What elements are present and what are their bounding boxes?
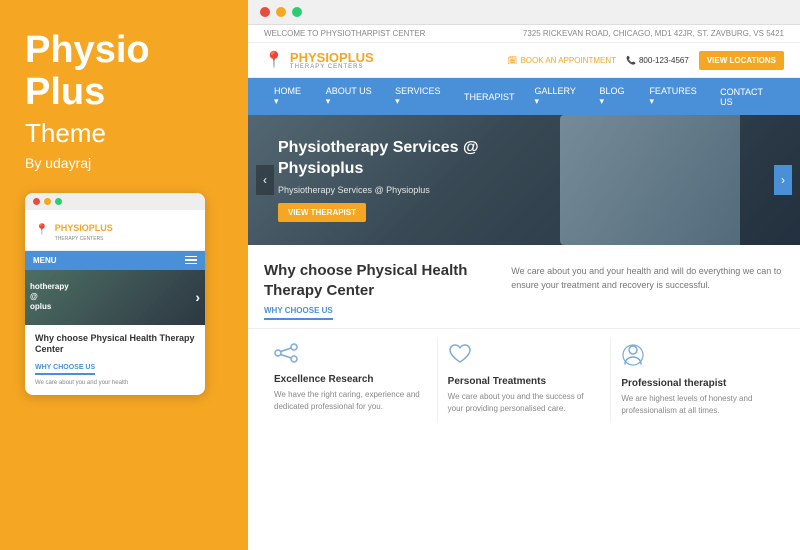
site-logo-area: 📍 PHYSIOPLUS THERAPY CENTERS — [264, 50, 374, 70]
nav-contact[interactable]: CONTACT US — [710, 78, 784, 115]
left-panel: Physio Plus Theme By udayraj 📍 PHYSIOPLU… — [0, 0, 248, 550]
browser-dot-green[interactable] — [292, 7, 302, 17]
mobile-location-icon: 📍 — [35, 223, 49, 236]
feature-personal-title: Personal Treatments — [448, 376, 601, 387]
hero-title: Physiotherapy Services @ Physioplus — [278, 138, 498, 180]
hero-arrow-left[interactable]: ‹ — [256, 165, 274, 195]
mobile-content: Why choose Physical Health Therapy Cente… — [25, 325, 205, 396]
why-title: Why choose Physical Health Therapy Cente… — [264, 261, 491, 300]
mobile-nav: MENU — [25, 251, 205, 270]
logo-location-icon: 📍 — [264, 50, 284, 70]
mobile-dot-yellow — [44, 198, 51, 205]
browser-dot-yellow[interactable] — [276, 7, 286, 17]
mobile-section-title: Why choose Physical Health Therapy Cente… — [35, 333, 195, 356]
feature-excellence-title: Excellence Research — [274, 374, 427, 385]
nav-gallery[interactable]: GALLERY ▾ — [525, 78, 590, 115]
mobile-dot-red — [33, 198, 40, 205]
topbar-welcome: WELCOME TO PHYSIOTHARPIST CENTER — [264, 29, 425, 38]
mobile-dot-green — [55, 198, 62, 205]
browser-chrome — [248, 0, 800, 25]
mobile-hero-text: hotherapy @ oplus — [30, 282, 149, 313]
site-header: 📍 PHYSIOPLUS THERAPY CENTERS 🗓 BOOK AN A… — [248, 43, 800, 78]
product-title: Physio Plus — [25, 30, 223, 114]
mobile-logo: PHYSIOPLUS THERAPY CENTERS — [55, 218, 113, 242]
hero-bg-figure — [560, 115, 740, 245]
heart-icon — [448, 343, 601, 371]
mobile-header: 📍 PHYSIOPLUS THERAPY CENTERS — [25, 210, 205, 251]
why-section: Why choose Physical Health Therapy Cente… — [248, 245, 800, 328]
why-label: WHY CHOOSE US — [264, 306, 333, 320]
mobile-why-label: WHY CHOOSE US — [35, 364, 95, 375]
feature-excellence: Excellence Research We have the right ca… — [264, 337, 438, 423]
right-panel: WELCOME TO PHYSIOTHARPIST CENTER 7325 RI… — [248, 0, 800, 550]
nav-home[interactable]: HOME ▾ — [264, 78, 316, 115]
share-icon — [274, 343, 427, 369]
mobile-hero-arrow[interactable]: › — [195, 289, 200, 305]
hero-section: Physiotherapy Services @ Physioplus Phys… — [248, 115, 800, 245]
nav-blog[interactable]: BLOG ▾ — [590, 78, 640, 115]
theme-label: Theme — [25, 118, 223, 149]
book-appointment[interactable]: 🗓 BOOK AN APPOINTMENT — [507, 56, 616, 65]
person-icon — [621, 343, 774, 373]
nav-about[interactable]: ABOUT US ▾ — [316, 78, 385, 115]
features-row: Excellence Research We have the right ca… — [248, 328, 800, 433]
hero-content: Physiotherapy Services @ Physioplus Phys… — [278, 138, 498, 222]
feature-personal: Personal Treatments We care about you an… — [438, 337, 612, 423]
site-content: WELCOME TO PHYSIOTHARPIST CENTER 7325 RI… — [248, 25, 800, 550]
calendar-icon: 🗓 — [507, 56, 517, 65]
view-locations-button[interactable]: VIEW LOCATIONS — [699, 51, 784, 70]
feature-therapist: Professional therapist We are highest le… — [611, 337, 784, 423]
why-description: We care about you and your health and wi… — [511, 261, 784, 320]
why-left: Why choose Physical Health Therapy Cente… — [264, 261, 491, 320]
mobile-preview: 📍 PHYSIOPLUS THERAPY CENTERS MENU hother… — [25, 193, 205, 396]
top-bar: WELCOME TO PHYSIOTHARPIST CENTER 7325 RI… — [248, 25, 800, 43]
topbar-address: 7325 RICKEVAN ROAD, CHICAGO, MD1 42JR, S… — [523, 29, 784, 38]
feature-therapist-title: Professional therapist — [621, 378, 774, 389]
feature-excellence-desc: We have the right caring, experience and… — [274, 389, 427, 413]
hero-arrow-right[interactable]: › — [774, 165, 792, 195]
mobile-dots — [25, 193, 205, 210]
site-nav: HOME ▾ ABOUT US ▾ SERVICES ▾ THERAPIST G… — [248, 78, 800, 115]
phone-number[interactable]: 📞 800-123-4567 — [626, 56, 689, 65]
site-logo: PHYSIOPLUS THERAPY CENTERS — [290, 51, 374, 70]
hamburger-icon[interactable] — [185, 256, 197, 265]
feature-therapist-desc: We are highest levels of honesty and pro… — [621, 393, 774, 417]
hero-subtitle: Physiotherapy Services @ Physioplus — [278, 185, 498, 195]
author-label: By udayraj — [25, 155, 223, 171]
feature-personal-desc: We care about you and the success of you… — [448, 391, 601, 415]
nav-services[interactable]: SERVICES ▾ — [385, 78, 454, 115]
site-header-actions: 🗓 BOOK AN APPOINTMENT 📞 800-123-4567 VIE… — [507, 51, 784, 70]
phone-icon: 📞 — [626, 56, 636, 65]
view-therapist-button[interactable]: VIEW THERAPIST — [278, 203, 366, 222]
mobile-body-text: We care about you and your health — [35, 379, 195, 387]
nav-features[interactable]: FEATURES ▾ — [639, 78, 710, 115]
nav-therapist[interactable]: THERAPIST — [454, 78, 525, 115]
browser-dot-red[interactable] — [260, 7, 270, 17]
mobile-hero: hotherapy @ oplus › — [25, 270, 205, 325]
